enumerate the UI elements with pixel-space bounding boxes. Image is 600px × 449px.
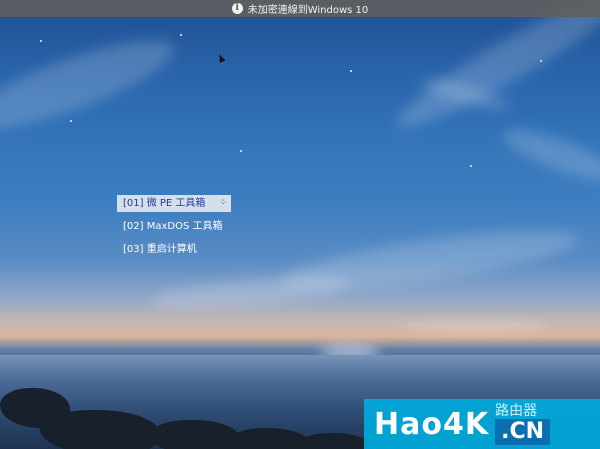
- cloud: [0, 23, 182, 147]
- star: [350, 70, 352, 72]
- watermark-main-text: Hao4K: [374, 406, 490, 442]
- watermark-cn-label: 路由器: [495, 403, 538, 419]
- boot-menu-item-label: [03] 重启计算机: [123, 244, 197, 255]
- cloud: [498, 120, 600, 190]
- watermark: Hao4K 路由器 .CN: [364, 399, 600, 449]
- watermark-cn-block: 路由器 .CN: [495, 403, 551, 445]
- connection-notification-bar: i 未加密連線到Windows 10: [0, 0, 600, 17]
- boot-menu-item-label: [01] 微 PE 工具箱: [123, 198, 206, 209]
- boot-menu-item-restart[interactable]: [03] 重启计算机: [117, 241, 231, 258]
- mouse-cursor-icon: [216, 53, 226, 63]
- info-icon: i: [231, 3, 243, 14]
- star: [540, 60, 542, 62]
- boot-menu-item-label: [02] MaxDOS 工具箱: [123, 221, 223, 232]
- cloud: [400, 320, 550, 334]
- loading-icon: ⁘: [219, 198, 227, 208]
- star: [180, 34, 182, 36]
- star: [240, 150, 242, 152]
- boot-menu-item-maxdos[interactable]: [02] MaxDOS 工具箱: [117, 218, 231, 235]
- watermark-cn: .CN: [495, 419, 551, 445]
- star: [40, 40, 42, 42]
- cloud: [387, 0, 600, 143]
- star: [470, 165, 472, 167]
- cloud: [149, 271, 351, 314]
- boot-menu-item-wepe[interactable]: [01] 微 PE 工具箱 ⁘: [117, 195, 231, 212]
- connection-notification-text: 未加密連線到Windows 10: [247, 5, 369, 16]
- boot-menu: [01] 微 PE 工具箱 ⁘ [02] MaxDOS 工具箱 [03] 重启计…: [117, 195, 231, 264]
- star: [70, 120, 72, 122]
- desktop-background: i 未加密連線到Windows 10 [01] 微 PE 工具箱 ⁘ [02] …: [0, 0, 600, 449]
